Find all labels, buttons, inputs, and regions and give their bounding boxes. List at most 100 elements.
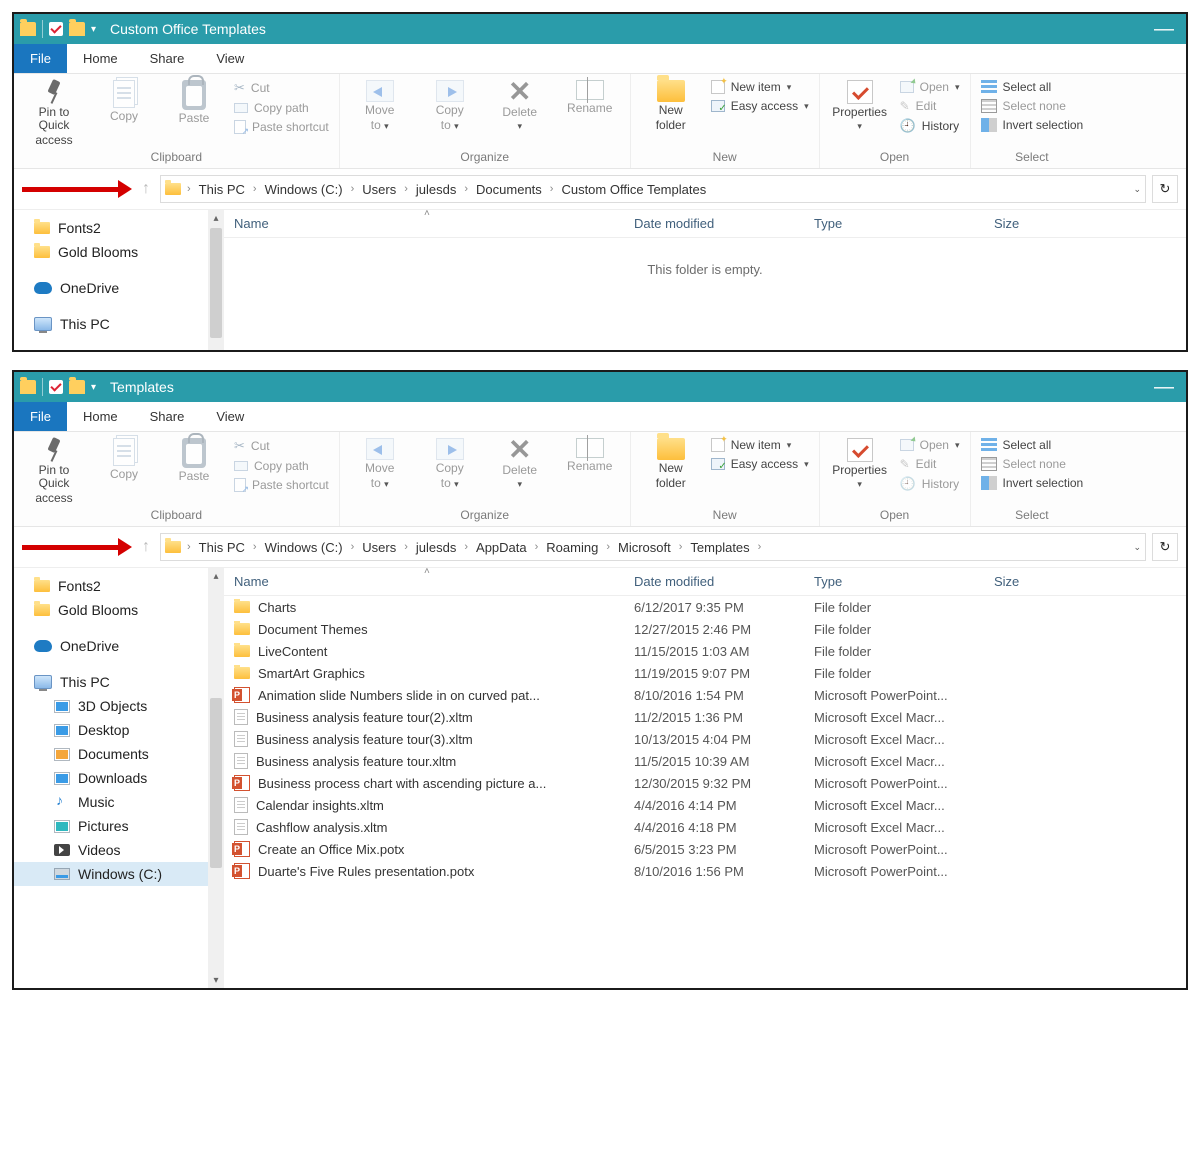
scroll-up-icon[interactable]: ▴ [208,210,224,226]
paste-shortcut-button[interactable]: Paste shortcut [234,478,329,492]
scrollbar[interactable]: ▴ ▾ [208,568,224,988]
history-button[interactable]: History [900,476,960,492]
cut-button[interactable]: Cut [234,438,329,454]
scrollbar[interactable]: ▴ [208,210,224,350]
copy-button[interactable]: Copy [94,436,154,481]
sidebar-item[interactable]: Desktop [14,718,224,742]
rename-button[interactable]: Rename [560,78,620,115]
file-row[interactable]: SmartArt Graphics11/19/2015 9:07 PMFile … [224,662,1186,684]
column-date[interactable]: Date modified [624,574,804,589]
tab-file[interactable]: File [14,44,67,73]
copy-path-button[interactable]: Copy path [234,101,329,115]
file-row[interactable]: Document Themes12/27/2015 2:46 PMFile fo… [224,618,1186,640]
tab-home[interactable]: Home [67,402,134,431]
easy-access-button[interactable]: Easy access ▾ [711,457,809,471]
sidebar-item[interactable]: Documents [14,742,224,766]
move-to-button[interactable]: Moveto ▾ [350,436,410,491]
tab-home[interactable]: Home [67,44,134,73]
breadcrumb-item[interactable]: Documents [474,182,544,197]
scroll-down-icon[interactable]: ▾ [208,972,224,988]
qat-dropdown-icon[interactable]: ▾ [91,382,96,393]
breadcrumb-item[interactable]: This PC [197,540,247,555]
select-all-button[interactable]: Select all [981,438,1084,452]
breadcrumb-item[interactable]: julesds [414,182,458,197]
sidebar-item[interactable]: Windows (C:) [14,862,224,886]
file-row[interactable]: Business analysis feature tour(2).xltm11… [224,706,1186,728]
title-bar[interactable]: ▾ Templates — [14,372,1186,402]
cut-button[interactable]: Cut [234,80,329,96]
sidebar-item[interactable]: OneDrive [14,634,224,658]
new-folder-button[interactable]: Newfolder [641,436,701,490]
tab-share[interactable]: Share [134,402,201,431]
minimize-button[interactable]: — [1154,18,1174,41]
breadcrumb-item[interactable]: Roaming [544,540,600,555]
select-none-button[interactable]: Select none [981,99,1084,113]
file-row[interactable]: Business analysis feature tour.xltm11/5/… [224,750,1186,772]
navigation-pane[interactable]: Fonts2Gold Blooms OneDrive This PC3D Objec… [14,568,224,988]
file-row[interactable]: Business analysis feature tour(3).xltm10… [224,728,1186,750]
column-size[interactable]: Size [984,574,1044,589]
new-folder-qat-icon[interactable] [69,380,85,394]
invert-selection-button[interactable]: Invert selection [981,118,1084,132]
copy-button[interactable]: Copy [94,78,154,123]
edit-button[interactable]: Edit [900,99,960,113]
new-folder-button[interactable]: New folder [641,78,701,132]
move-to-button[interactable]: Move to ▾ [350,78,410,133]
copy-to-button[interactable]: Copyto ▾ [420,436,480,491]
address-bar[interactable]: › This PC› Windows (C:)› Users› julesds›… [160,175,1146,203]
qat-dropdown-icon[interactable]: ▾ [91,24,96,35]
copy-to-button[interactable]: Copy to ▾ [420,78,480,133]
edit-button[interactable]: Edit [900,457,960,471]
history-button[interactable]: History [900,118,960,134]
paste-button[interactable]: Paste [164,78,224,125]
sidebar-item[interactable]: Gold Blooms [14,598,224,622]
delete-button[interactable]: ✕ Delete ▾ [490,78,550,132]
tab-view[interactable]: View [200,44,260,73]
address-dropdown-icon[interactable]: ⌄ [1133,184,1141,195]
easy-access-button[interactable]: Easy access ▾ [711,99,809,113]
tab-view[interactable]: View [200,402,260,431]
open-button[interactable]: Open ▾ [900,438,960,452]
paste-shortcut-button[interactable]: Paste shortcut [234,120,329,134]
breadcrumb-item[interactable]: Users [360,540,398,555]
sidebar-item[interactable]: This PC [14,670,224,694]
delete-button[interactable]: ✕Delete▾ [490,436,550,490]
file-row[interactable]: Duarte's Five Rules presentation.potx8/1… [224,860,1186,882]
nav-up-icon[interactable]: ↑ [138,180,154,198]
properties-qat-icon[interactable] [49,22,63,36]
navigation-pane[interactable]: Fonts2 Gold Blooms OneDrive This PC ▴ [14,210,224,350]
minimize-button[interactable]: — [1154,376,1174,399]
breadcrumb-item[interactable]: Windows (C:) [263,182,345,197]
new-item-button[interactable]: New item ▾ [711,80,809,94]
tab-share[interactable]: Share [134,44,201,73]
sidebar-item-thispc[interactable]: This PC [14,312,224,336]
title-bar[interactable]: ▾ Custom Office Templates — [14,14,1186,44]
file-row[interactable]: Business process chart with ascending pi… [224,772,1186,794]
invert-selection-button[interactable]: Invert selection [981,476,1084,490]
sidebar-item[interactable]: Gold Blooms [14,240,224,264]
breadcrumb-item[interactable]: Windows (C:) [263,540,345,555]
sidebar-item[interactable]: Fonts2 [14,574,224,598]
file-row[interactable]: Create an Office Mix.potx6/5/2015 3:23 P… [224,838,1186,860]
sidebar-item[interactable]: 3D Objects [14,694,224,718]
breadcrumb-item[interactable]: This PC [197,182,247,197]
file-row[interactable]: Calendar insights.xltm4/4/2016 4:14 PMMi… [224,794,1186,816]
properties-button[interactable]: Properties▾ [830,436,890,490]
sidebar-item[interactable]: Videos [14,838,224,862]
sidebar-item[interactable]: Music [14,790,224,814]
breadcrumb-item[interactable]: Users [360,182,398,197]
tab-file[interactable]: File [14,402,67,431]
breadcrumb-item[interactable]: julesds [414,540,458,555]
select-all-button[interactable]: Select all [981,80,1084,94]
scroll-thumb[interactable] [210,228,222,338]
address-dropdown-icon[interactable]: ⌄ [1133,542,1141,553]
column-type[interactable]: Type [804,216,984,231]
open-button[interactable]: Open ▾ [900,80,960,94]
rename-button[interactable]: Rename [560,436,620,473]
copy-path-button[interactable]: Copy path [234,459,329,473]
select-none-button[interactable]: Select none [981,457,1084,471]
file-row[interactable]: Cashflow analysis.xltm4/4/2016 4:18 PMMi… [224,816,1186,838]
sidebar-item[interactable]: Downloads [14,766,224,790]
chevron-right-icon[interactable]: › [185,183,193,195]
column-size[interactable]: Size [984,216,1044,231]
